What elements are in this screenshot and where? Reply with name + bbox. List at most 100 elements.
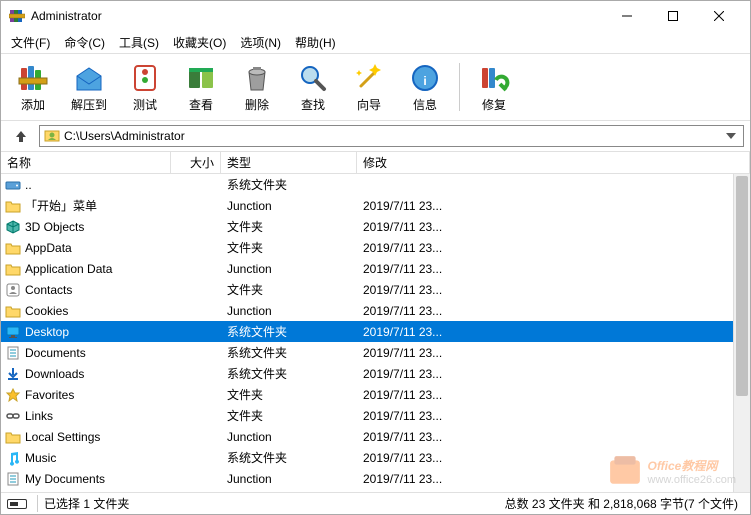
file-icon <box>5 219 21 235</box>
table-row[interactable]: Application DataJunction2019/7/11 23... <box>1 258 750 279</box>
file-type: 系统文件夹 <box>221 323 357 340</box>
file-modified: 2019/7/11 23... <box>357 451 750 465</box>
col-type[interactable]: 类型 <box>221 152 357 173</box>
toolbar: 添加 解压到 测试 查看 删除 查找 向导 i 信息 修复 <box>1 53 750 121</box>
file-icon <box>5 324 21 340</box>
toolbar-wizard[interactable]: 向导 <box>343 56 395 118</box>
toolbar-test[interactable]: 测试 <box>119 56 171 118</box>
search-icon <box>297 62 329 94</box>
menu-tool[interactable]: 工具(S) <box>113 32 165 53</box>
menu-bar: 文件(F) 命令(C) 工具(S) 收藏夹(O) 选项(N) 帮助(H) <box>1 31 750 53</box>
file-type: 文件夹 <box>221 407 357 424</box>
user-folder-icon <box>44 127 60 146</box>
file-icon <box>5 198 21 214</box>
disk-icon <box>7 499 27 509</box>
toolbar-wizard-label: 向导 <box>357 96 381 113</box>
file-icon <box>5 261 21 277</box>
file-icon <box>5 303 21 319</box>
file-list: 名称 大小 类型 修改 ..系统文件夹「开始」菜单Junction2019/7/… <box>1 151 750 492</box>
col-size[interactable]: 大小 <box>171 152 221 173</box>
toolbar-extract[interactable]: 解压到 <box>63 56 115 118</box>
file-icon <box>5 429 21 445</box>
file-modified: 2019/7/11 23... <box>357 367 750 381</box>
file-modified: 2019/7/11 23... <box>357 220 750 234</box>
status-total: 总数 23 文件夹 和 2,818,068 字节(7 个文件) <box>505 495 744 512</box>
menu-help[interactable]: 帮助(H) <box>289 32 342 53</box>
column-headers: 名称 大小 类型 修改 <box>1 152 750 174</box>
toolbar-separator <box>459 63 460 111</box>
file-name: .. <box>25 178 32 192</box>
table-row[interactable]: AppData 文件夹2019/7/11 23... <box>1 237 750 258</box>
menu-file[interactable]: 文件(F) <box>5 32 56 53</box>
wizard-icon <box>353 62 385 94</box>
toolbar-repair[interactable]: 修复 <box>468 56 520 118</box>
address-box[interactable] <box>39 125 744 147</box>
table-row[interactable]: My DocumentsJunction2019/7/11 23... <box>1 468 750 489</box>
file-name: Documents <box>25 346 86 360</box>
arrow-up-icon <box>14 129 28 143</box>
file-type: 系统文件夹 <box>221 449 357 466</box>
file-name: AppData <box>25 241 72 255</box>
toolbar-add[interactable]: 添加 <box>7 56 59 118</box>
table-row[interactable]: Favorites文件夹2019/7/11 23... <box>1 384 750 405</box>
table-row[interactable]: 3D Objects文件夹2019/7/11 23... <box>1 216 750 237</box>
file-name: Local Settings <box>25 430 100 444</box>
file-icon <box>5 471 21 487</box>
status-bar: 已选择 1 文件夹 总数 23 文件夹 和 2,818,068 字节(7 个文件… <box>1 492 750 514</box>
menu-favorites[interactable]: 收藏夹(O) <box>167 32 232 53</box>
file-type: 系统文件夹 <box>221 365 357 382</box>
svg-text:i: i <box>423 74 426 88</box>
file-type: Junction <box>221 430 357 444</box>
toolbar-find[interactable]: 查找 <box>287 56 339 118</box>
toolbar-info[interactable]: i 信息 <box>399 56 451 118</box>
toolbar-delete[interactable]: 删除 <box>231 56 283 118</box>
file-modified: 2019/7/11 23... <box>357 283 750 297</box>
scrollbar-thumb[interactable] <box>736 176 748 396</box>
toolbar-test-label: 测试 <box>133 96 157 113</box>
file-icon <box>5 282 21 298</box>
table-row[interactable]: Desktop 系统文件夹2019/7/11 23... <box>1 321 750 342</box>
table-row[interactable]: Downloads系统文件夹2019/7/11 23... <box>1 363 750 384</box>
table-row[interactable]: Contacts文件夹2019/7/11 23... <box>1 279 750 300</box>
toolbar-delete-label: 删除 <box>245 96 269 113</box>
file-name: Desktop <box>25 325 69 339</box>
file-name: Application Data <box>25 262 112 276</box>
up-button[interactable] <box>7 124 35 148</box>
table-row[interactable]: 「开始」菜单Junction2019/7/11 23... <box>1 195 750 216</box>
file-modified: 2019/7/11 23... <box>357 430 750 444</box>
menu-options[interactable]: 选项(N) <box>234 32 287 53</box>
file-rows: ..系统文件夹「开始」菜单Junction2019/7/11 23...3D O… <box>1 174 750 492</box>
file-type: Junction <box>221 199 357 213</box>
table-row[interactable]: CookiesJunction2019/7/11 23... <box>1 300 750 321</box>
file-modified: 2019/7/11 23... <box>357 409 750 423</box>
file-modified: 2019/7/11 23... <box>357 325 750 339</box>
address-dropdown[interactable] <box>723 126 739 146</box>
file-name: Music <box>25 451 56 465</box>
file-type: 文件夹 <box>221 218 357 235</box>
toolbar-view[interactable]: 查看 <box>175 56 227 118</box>
menu-command[interactable]: 命令(C) <box>58 32 111 53</box>
table-row[interactable]: Links 文件夹2019/7/11 23... <box>1 405 750 426</box>
scrollbar[interactable] <box>733 174 750 492</box>
close-button[interactable] <box>696 1 742 31</box>
file-modified: 2019/7/11 23... <box>357 241 750 255</box>
address-input[interactable] <box>64 129 719 143</box>
file-type: 文件夹 <box>221 239 357 256</box>
minimize-button[interactable] <box>604 1 650 31</box>
col-name[interactable]: 名称 <box>1 152 171 173</box>
maximize-button[interactable] <box>650 1 696 31</box>
table-row[interactable]: ..系统文件夹 <box>1 174 750 195</box>
file-name: Contacts <box>25 283 72 297</box>
table-row[interactable]: Documents系统文件夹2019/7/11 23... <box>1 342 750 363</box>
file-modified: 2019/7/11 23... <box>357 346 750 360</box>
test-icon <box>129 62 161 94</box>
col-modified[interactable]: 修改 <box>357 152 750 173</box>
books-icon <box>17 62 49 94</box>
table-row[interactable]: Music 系统文件夹2019/7/11 23... <box>1 447 750 468</box>
file-modified: 2019/7/11 23... <box>357 304 750 318</box>
table-row[interactable]: Local Settings Junction2019/7/11 23... <box>1 426 750 447</box>
file-icon <box>5 408 21 424</box>
file-modified: 2019/7/11 23... <box>357 388 750 402</box>
file-icon <box>5 240 21 256</box>
file-name: Links <box>25 409 53 423</box>
